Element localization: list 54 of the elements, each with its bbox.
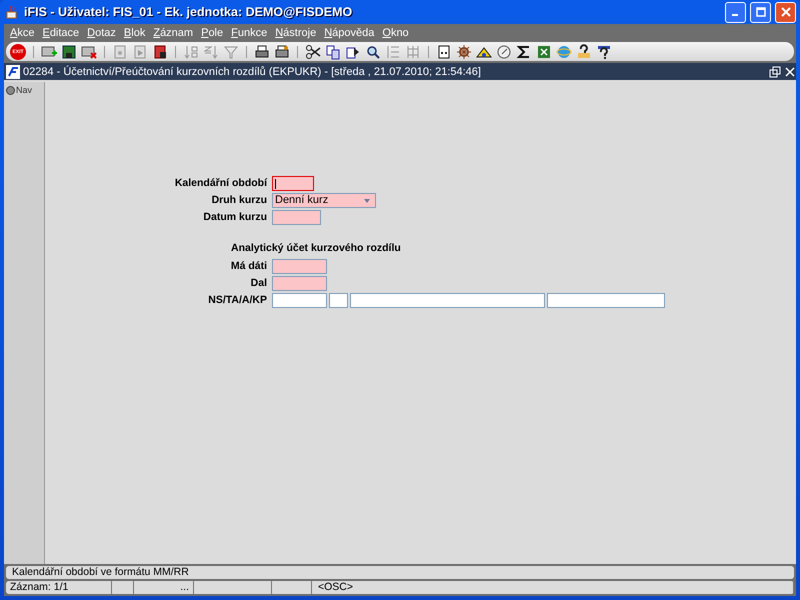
spreadsheet-icon[interactable] bbox=[536, 44, 552, 60]
sigma-icon[interactable] bbox=[516, 44, 532, 60]
menu-item[interactable]: Nástroje bbox=[271, 26, 320, 38]
menu-item[interactable]: Dotaz bbox=[83, 26, 120, 38]
mode-indicator: <OSC> bbox=[312, 581, 794, 594]
section-heading: Analytický účet kurzového rozdílu bbox=[230, 241, 402, 255]
record-counter: Záznam: 1/1 bbox=[6, 581, 112, 594]
copy-icon[interactable] bbox=[325, 44, 341, 60]
menu-item[interactable]: Funkce bbox=[227, 26, 272, 38]
menu-item[interactable]: Okno bbox=[378, 26, 413, 38]
context-help-icon[interactable] bbox=[596, 44, 612, 60]
menu-item[interactable]: Editace bbox=[38, 26, 84, 38]
input-field[interactable] bbox=[272, 276, 327, 291]
close-icon[interactable] bbox=[784, 66, 796, 78]
close-button[interactable] bbox=[775, 2, 796, 22]
field-label: NS/TA/A/KP bbox=[207, 293, 268, 308]
menu-item[interactable]: Akce bbox=[6, 26, 38, 38]
input-field[interactable] bbox=[272, 210, 321, 225]
add-record-icon[interactable] bbox=[41, 44, 57, 60]
menu-item[interactable]: Záznam bbox=[149, 26, 198, 38]
input-field[interactable] bbox=[547, 293, 665, 308]
input-field[interactable] bbox=[350, 293, 545, 308]
help-icon[interactable] bbox=[576, 44, 592, 60]
window-title: iFIS - Uživatel: FIS_01 - Ek. jednotka: DEMO@FISDEMO bbox=[24, 5, 354, 19]
dropdown[interactable]: Denní kurz bbox=[272, 193, 376, 208]
app-logo-icon[interactable] bbox=[6, 64, 20, 78]
restore-icon[interactable] bbox=[769, 66, 781, 78]
input-field[interactable] bbox=[329, 293, 348, 308]
field-label: Datum kurzu bbox=[202, 210, 268, 225]
maximize-icon[interactable] bbox=[756, 7, 766, 17]
field-label: Dal bbox=[250, 276, 268, 291]
scissors-icon[interactable] bbox=[305, 44, 321, 60]
input-field[interactable] bbox=[272, 259, 327, 274]
minimize-button[interactable] bbox=[725, 2, 746, 22]
save-icon[interactable] bbox=[61, 44, 77, 60]
input-field[interactable] bbox=[272, 293, 327, 308]
menu-item[interactable]: Blok bbox=[120, 26, 150, 38]
document-title: 02284 - Účetnictví/Přeúčtování kurzovních rozdílů (EKPUKR) - [středa , 21.07.2010; 21:54:46] bbox=[23, 66, 482, 78]
menu-item[interactable]: Nápověda bbox=[320, 26, 378, 38]
maximize-button[interactable] bbox=[750, 2, 771, 22]
printer-icon[interactable] bbox=[254, 44, 270, 60]
menu-item[interactable]: Pole bbox=[197, 26, 228, 38]
field-label: Má dáti bbox=[230, 259, 268, 274]
input-field[interactable] bbox=[272, 176, 314, 191]
status-ellipsis: ... bbox=[134, 581, 194, 594]
field-label: Kalendářní období bbox=[174, 176, 268, 191]
nav-button[interactable]: Nav bbox=[4, 85, 34, 95]
delete-record-icon[interactable] bbox=[81, 44, 97, 60]
print-setup-icon[interactable] bbox=[274, 44, 290, 60]
status-message: Kalendářní období ve formátu MM/RR bbox=[6, 566, 794, 579]
field-label: Druh kurzu bbox=[210, 193, 268, 208]
cancel-query-icon[interactable] bbox=[152, 44, 168, 60]
wheel-icon[interactable] bbox=[456, 44, 472, 60]
search-icon[interactable] bbox=[365, 44, 381, 60]
